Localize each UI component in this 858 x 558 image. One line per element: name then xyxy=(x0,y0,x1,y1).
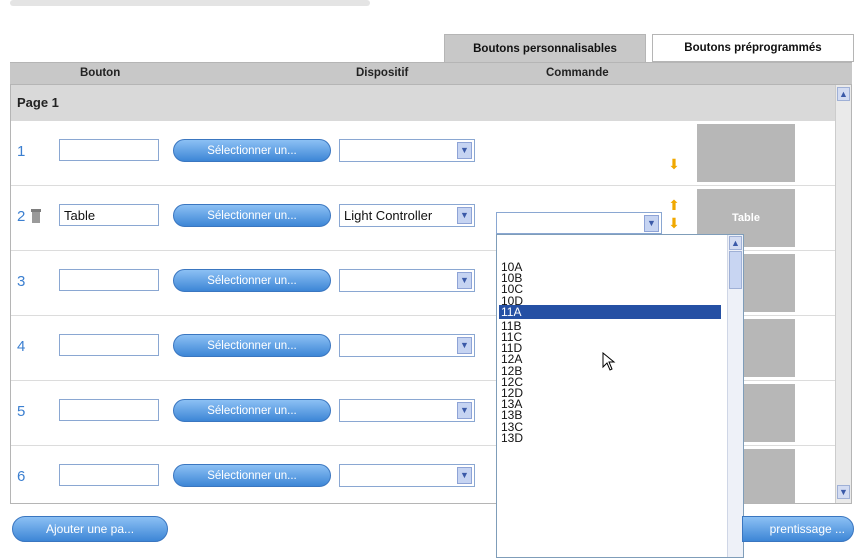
column-header-row: Bouton Dispositif Commande xyxy=(10,62,852,85)
list-scroll-thumb[interactable] xyxy=(729,251,742,289)
row-number: 5 xyxy=(17,403,26,420)
row-number: 6 xyxy=(17,468,26,485)
select-icon-button[interactable]: Sélectionner un... xyxy=(173,399,331,422)
button-name-input[interactable] xyxy=(59,334,159,356)
list-scrollbar[interactable]: ▲ xyxy=(727,235,743,557)
page-header: Page 1 xyxy=(11,85,837,121)
device-value: Light Controller xyxy=(344,208,433,223)
chevron-down-icon[interactable]: ▼ xyxy=(457,142,472,159)
command-option[interactable]: 11C xyxy=(499,331,721,343)
button-name-input[interactable] xyxy=(59,269,159,291)
arrow-up-icon[interactable]: ⬆ xyxy=(667,198,681,212)
chevron-down-icon[interactable]: ▼ xyxy=(457,467,472,484)
column-header-device: Dispositif xyxy=(356,67,409,79)
device-dropdown[interactable]: ▼ xyxy=(339,269,475,292)
command-option[interactable]: 13C xyxy=(499,421,721,433)
scroll-up-icon[interactable]: ▲ xyxy=(837,87,850,101)
command-option[interactable]: 13B xyxy=(499,409,721,421)
row-number: 1 xyxy=(17,143,26,160)
tab-preset-buttons[interactable]: Boutons préprogrammés xyxy=(652,34,854,62)
select-icon-button[interactable]: Sélectionner un... xyxy=(173,269,331,292)
button-name-input[interactable] xyxy=(59,204,159,226)
chevron-down-icon[interactable]: ▼ xyxy=(644,215,659,232)
tab-custom-buttons[interactable]: Boutons personnalisables xyxy=(444,34,646,62)
trash-icon[interactable] xyxy=(31,209,41,223)
mouse-cursor-icon xyxy=(602,352,616,371)
command-option[interactable]: 13A xyxy=(499,398,721,410)
button-name-input[interactable] xyxy=(59,139,159,161)
command-dropdown[interactable]: ▼ xyxy=(496,212,662,234)
command-option[interactable]: 12D xyxy=(499,387,721,399)
select-icon-button[interactable]: Sélectionner un... xyxy=(173,334,331,357)
row-number: 3 xyxy=(17,273,26,290)
chevron-down-icon[interactable]: ▼ xyxy=(457,272,472,289)
add-page-button[interactable]: Ajouter une pa... xyxy=(12,516,168,542)
button-name-input[interactable] xyxy=(59,399,159,421)
button-preview xyxy=(697,124,795,182)
page-title: Page 1 xyxy=(17,95,59,110)
learn-button[interactable]: prentissage ... xyxy=(742,516,854,542)
row-number: 2 xyxy=(17,208,26,225)
arrow-down-icon[interactable]: ⬇ xyxy=(667,216,681,230)
device-dropdown[interactable]: ▼ xyxy=(339,399,475,422)
column-header-button: Bouton xyxy=(80,67,121,79)
row-number: 4 xyxy=(17,338,26,355)
command-option[interactable]: 13D xyxy=(499,432,721,444)
chevron-down-icon[interactable]: ▼ xyxy=(457,337,472,354)
column-header-command: Commande xyxy=(546,67,609,79)
select-icon-button[interactable]: Sélectionner un... xyxy=(173,139,331,162)
chevron-down-icon[interactable]: ▼ xyxy=(457,207,472,224)
scroll-up-icon[interactable]: ▲ xyxy=(729,236,742,250)
table-scrollbar[interactable]: ▲ ▼ xyxy=(835,85,851,503)
command-options-list[interactable]: 10A 10B 10C 10D 11A 11B 11C 11D 12A 12B 12C 12D 13A 1… xyxy=(496,234,744,558)
select-icon-button[interactable]: Sélectionner un... xyxy=(173,204,331,227)
table-row: 1 Sélectionner un... ▼ ⬇ xyxy=(11,121,837,186)
device-dropdown[interactable]: ▼ xyxy=(339,464,475,487)
command-option[interactable]: 10A xyxy=(499,261,721,273)
scroll-down-icon[interactable]: ▼ xyxy=(837,485,850,499)
command-option-selected[interactable]: 11A xyxy=(499,304,721,319)
command-option[interactable]: 10C xyxy=(499,283,721,295)
top-faded-text xyxy=(10,0,370,6)
command-option[interactable]: 10B xyxy=(499,272,721,284)
chevron-down-icon[interactable]: ▼ xyxy=(457,402,472,419)
device-dropdown[interactable]: ▼ xyxy=(339,139,475,162)
device-dropdown[interactable]: ▼ xyxy=(339,334,475,357)
button-name-input[interactable] xyxy=(59,464,159,486)
select-icon-button[interactable]: Sélectionner un... xyxy=(173,464,331,487)
command-option[interactable]: 11B xyxy=(499,320,721,332)
command-option[interactable]: 12C xyxy=(499,376,721,388)
arrow-down-icon[interactable]: ⬇ xyxy=(667,157,681,171)
device-dropdown[interactable]: Light Controller ▼ xyxy=(339,204,475,227)
